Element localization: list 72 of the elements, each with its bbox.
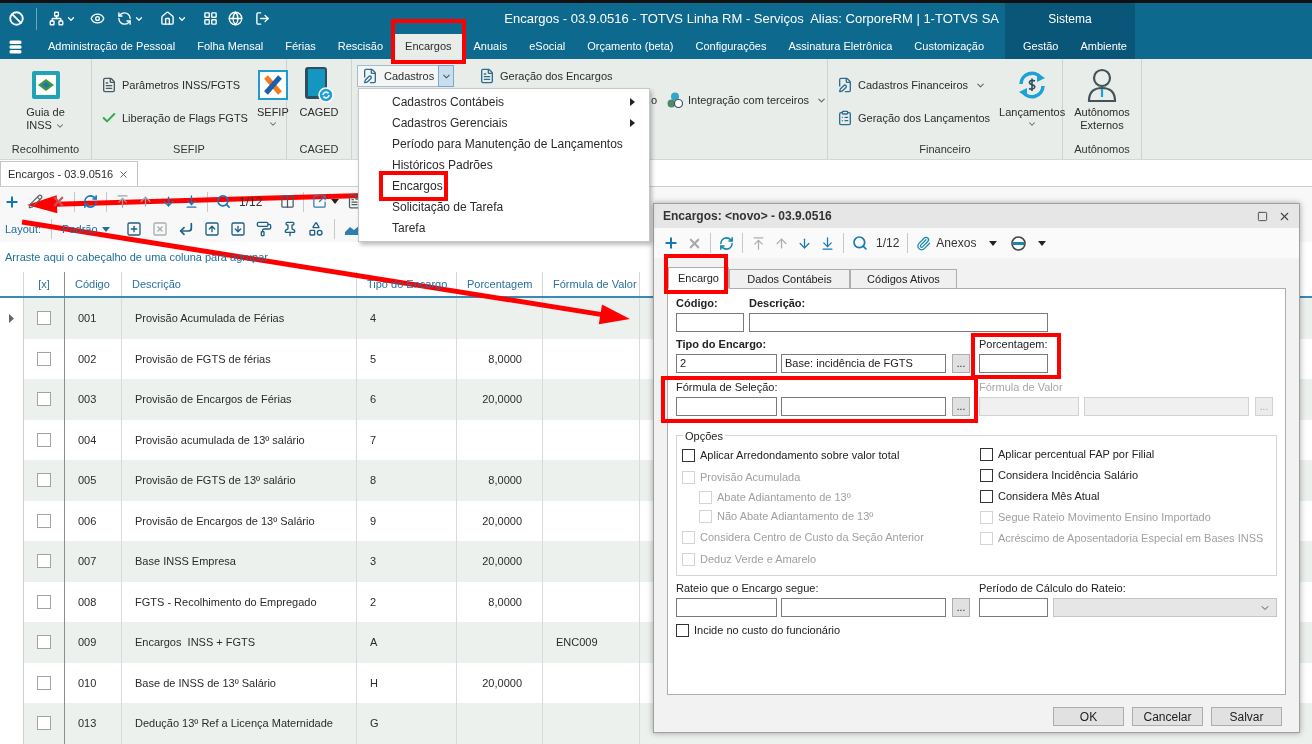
table-cell-text: 20,0000	[482, 392, 522, 407]
table-cell-text: 8	[370, 473, 377, 488]
table-cell-text: 8,0000	[488, 473, 522, 488]
table-cell-text: 009	[78, 635, 97, 650]
layout-label: Layout:	[5, 221, 42, 237]
table-cell-text: Provisão de FGTS de 13º salário	[135, 473, 296, 488]
group-label: Autônomos	[1074, 141, 1130, 157]
field-label: Código:	[676, 296, 718, 311]
table-cell-text: Provisão acumulada de 13º salário	[135, 432, 305, 448]
table-cell-text: ENC009	[556, 635, 598, 650]
table-cell-text: G	[370, 716, 379, 731]
record-counter: 1/12	[876, 235, 900, 252]
table-cell-text: 20,0000	[482, 675, 522, 691]
table-cell-text: FGTS - Recolhimento do Empregado	[135, 594, 317, 610]
table-cell-text: 002	[78, 351, 97, 367]
table-cell-text: Encargos INSS + FGTS	[135, 635, 256, 650]
table-cell-text: Provisão Acumulada de Férias	[135, 311, 285, 326]
table-cell-text: 006	[78, 513, 97, 529]
table-cell-text: 013	[78, 716, 97, 731]
checkbox-label: Aplicar percentual FAP por Filial	[998, 447, 1155, 463]
checkbox-label: Acréscimo de Aposentadoria Especial em Bases INSS	[998, 531, 1264, 547]
group-label: Financeiro	[919, 141, 971, 157]
table-cell-text: 9	[370, 513, 377, 529]
table-cell-text: 8,0000	[488, 351, 522, 367]
checkbox-label: Considera Mês Atual	[998, 489, 1100, 505]
window-title: Encargos - 03.9.0516 - TOTVS Linha RM - Serviços Alias: CorporeRM | 1-TOTVS SA	[504, 9, 999, 28]
table-cell-text: 20,0000	[482, 554, 522, 569]
checkbox-label: Considera Incidência Salário	[998, 468, 1139, 484]
field-label: Fórmula de Seleção:	[676, 380, 778, 395]
table-cell-text: 2	[370, 594, 377, 610]
checkbox-label: Não Abate Adiantamento de 13º	[717, 509, 874, 525]
ribbon-label: o	[650, 92, 657, 108]
table-cell-text: Provisão de Encargos de 13º Salário	[135, 513, 315, 529]
checkbox-label: Incide no custo do funcionário	[694, 623, 841, 639]
table-cell-text: Base de INSS de 13º Salário	[135, 675, 276, 691]
field-label: Período de Cálculo do Rateio:	[979, 581, 1126, 596]
field-label: Rateio que o Encargo segue:	[676, 581, 819, 596]
table-cell-text: 7	[370, 432, 377, 448]
checkbox-label: Provisão Acumulada	[700, 469, 801, 485]
checkbox-label: Segue Rateio Movimento Ensino Importado	[998, 510, 1211, 526]
group-label: CAGED	[299, 141, 339, 157]
field-label: Fórmula de Valor	[979, 380, 1063, 395]
checkbox-label: Aplicar Arredondamento sobre valor total	[700, 447, 900, 463]
table-cell-text: 007	[78, 554, 97, 569]
checkbox-label: Considera Centro de Custo da Seção Anterior	[700, 529, 924, 545]
table-cell-text: 005	[78, 473, 97, 488]
table-cell-text: 4	[370, 311, 377, 326]
table-cell-text: 8,0000	[488, 594, 522, 610]
table-cell-text: 5	[370, 351, 377, 367]
checkbox-label: Abate Adiantamento de 13º	[717, 490, 851, 506]
table-cell-text: 004	[78, 432, 97, 448]
table-cell-text: 003	[78, 392, 97, 407]
table-cell-text: 001	[78, 311, 97, 326]
field-label: Descrição:	[749, 296, 806, 311]
table-cell-text: 6	[370, 392, 377, 407]
table-cell-text: A	[370, 635, 378, 650]
table-cell-text: 3	[370, 554, 377, 569]
field-label: Porcentagem:	[979, 337, 1048, 352]
group-label: SEFIP	[173, 141, 205, 157]
checkbox-label: Deduz Verde e Amarelo	[700, 551, 817, 567]
group-label: Recolhimento	[11, 141, 80, 157]
table-cell-text: 008	[78, 594, 97, 610]
context-group-label: Sistema	[1048, 10, 1092, 28]
table-cell-text: H	[370, 675, 378, 691]
table-cell-text: Base INSS Empresa	[135, 554, 236, 569]
dialog-title: Encargos: <novo> - 03.9.0516	[663, 208, 832, 225]
table-cell-text: 010	[78, 675, 97, 691]
table-cell-text: Provisão de Encargos de Férias	[135, 392, 292, 407]
table-cell-text: 20,0000	[482, 513, 522, 529]
table-cell-text: Dedução 13º Ref a Licença Maternidade	[135, 716, 333, 731]
field-label: Tipo do Encargo:	[676, 337, 767, 352]
table-cell-text: Provisão de FGTS de férias	[135, 351, 271, 367]
